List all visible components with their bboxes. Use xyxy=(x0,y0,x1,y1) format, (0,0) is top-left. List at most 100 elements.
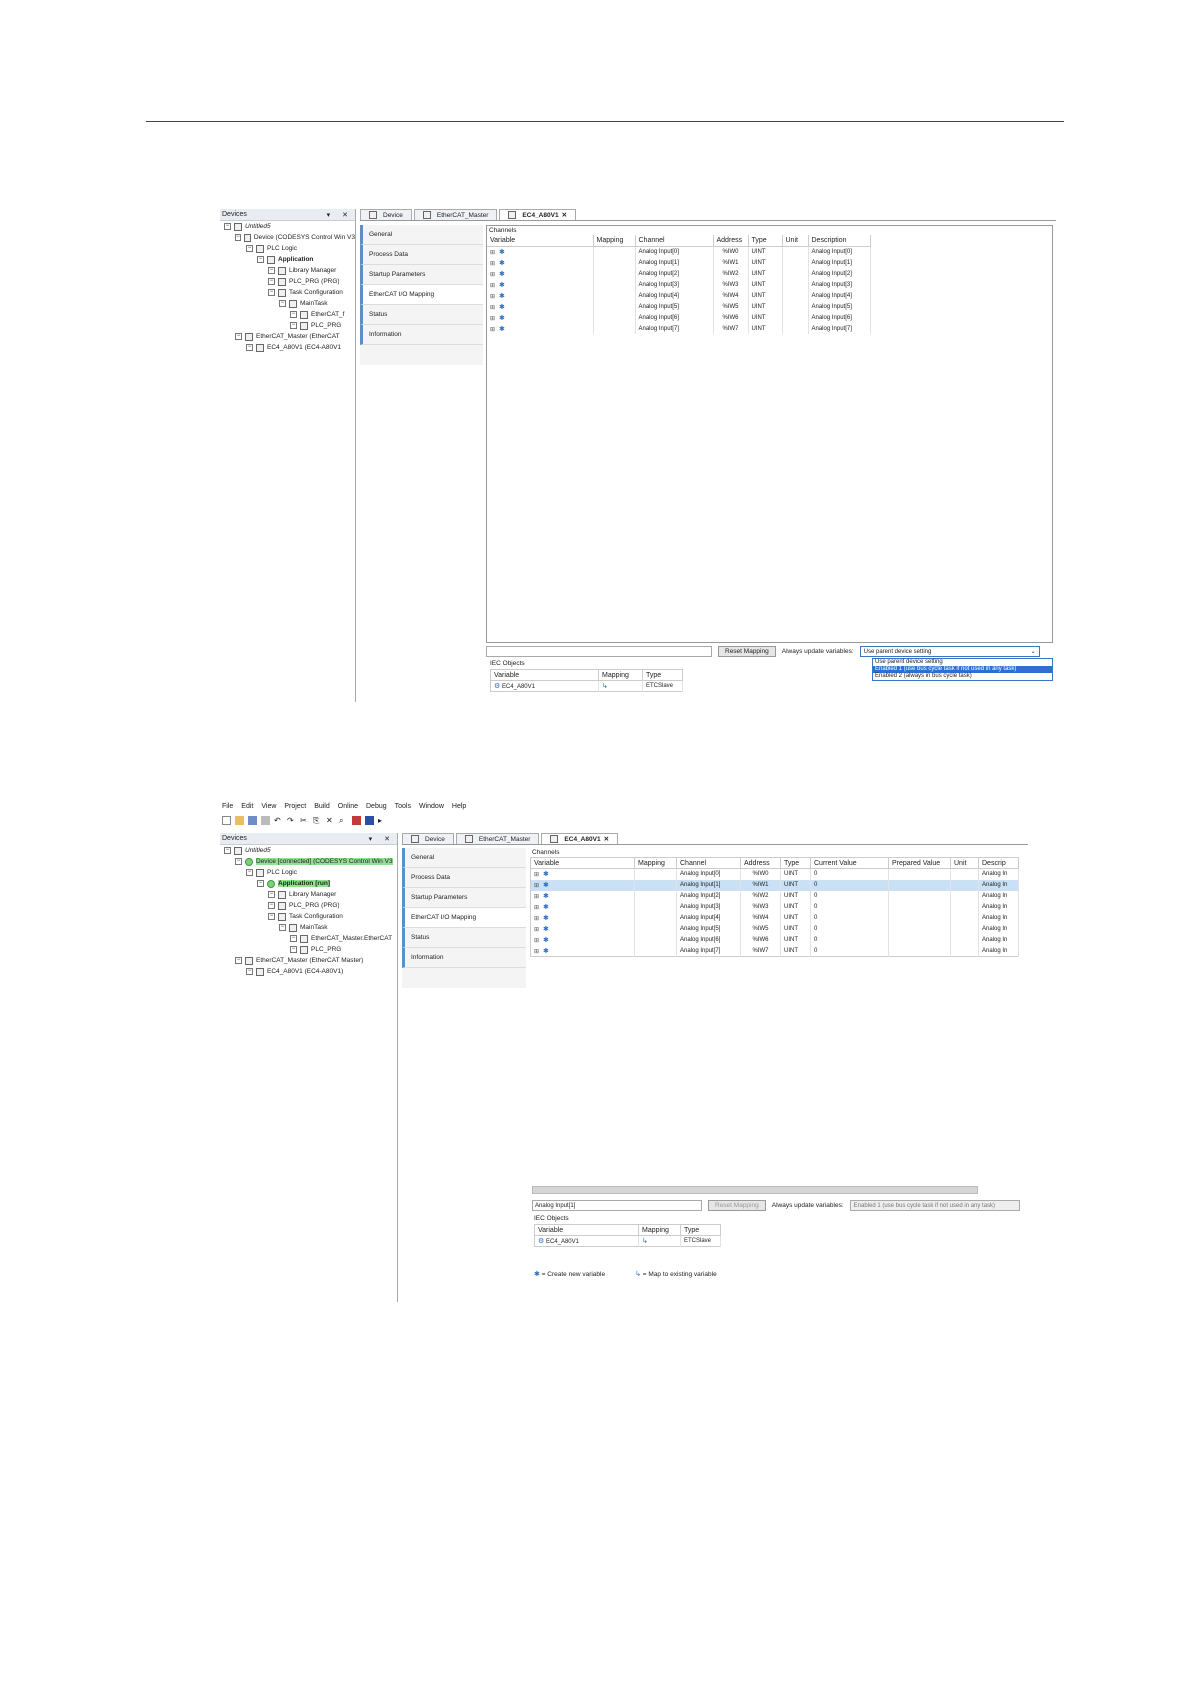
table-row[interactable]: ⊞ ✱ Analog Input[6] %IW6 UINT 0 Analog In xyxy=(530,934,1019,946)
expand-icon[interactable]: − xyxy=(290,935,297,942)
variable-name-field[interactable]: Analog Input[1] xyxy=(532,1200,702,1211)
page-startup-parameters[interactable]: Startup Parameters xyxy=(360,265,483,285)
expand-icon[interactable]: − xyxy=(268,902,275,909)
undo-icon[interactable]: ↶ xyxy=(274,816,283,825)
expand-icon[interactable]: − xyxy=(235,858,242,865)
tree-node[interactable]: − EtherCAT_f xyxy=(220,309,355,320)
expand-icon[interactable]: ⊞ xyxy=(490,283,495,289)
tree-node[interactable]: − EtherCAT_Master (EtherCAT xyxy=(220,331,355,342)
col-header[interactable]: Channel xyxy=(635,235,714,247)
page-startup-parameters[interactable]: Startup Parameters xyxy=(402,888,526,908)
page-ethercat-i-o-mapping[interactable]: EtherCAT I/O Mapping xyxy=(360,285,483,305)
col-header[interactable]: Prepared Value xyxy=(888,857,951,869)
tree-node[interactable]: − EtherCAT_Master.EtherCAT xyxy=(220,933,397,944)
run-icon[interactable]: ▸ xyxy=(378,816,387,825)
expand-icon[interactable]: ⊞ xyxy=(534,938,539,944)
tree-node[interactable]: − Application xyxy=(220,254,355,265)
expand-icon[interactable]: − xyxy=(290,946,297,953)
page-general[interactable]: General xyxy=(360,225,483,245)
page-process-data[interactable]: Process Data xyxy=(402,868,526,888)
table-row[interactable]: ⊞ ✱ Analog Input[4] %IW4 UINT Analog Input[4] xyxy=(487,290,871,301)
expand-icon[interactable]: − xyxy=(268,278,275,285)
expand-icon[interactable]: − xyxy=(246,245,253,252)
menu-file[interactable]: File xyxy=(222,803,233,810)
tree-node[interactable]: − Application [run] xyxy=(220,878,397,889)
expand-icon[interactable]: − xyxy=(257,880,264,887)
panel-controls[interactable]: ▾ ✕ xyxy=(369,835,395,843)
col-header[interactable]: Unit xyxy=(782,235,809,247)
tree-node[interactable]: − Library Manager xyxy=(220,889,397,900)
variable-name-field[interactable] xyxy=(486,646,712,657)
expand-icon[interactable]: ⊞ xyxy=(534,872,539,878)
expand-icon[interactable]: ⊞ xyxy=(490,250,495,256)
expand-icon[interactable]: − xyxy=(290,311,297,318)
table-row[interactable]: ⊞ ✱ Analog Input[5] %IW5 UINT Analog Input[5] xyxy=(487,301,871,312)
expand-icon[interactable]: − xyxy=(257,256,264,263)
horizontal-scrollbar[interactable] xyxy=(532,1186,978,1194)
tree-node[interactable]: − EC4_A80V1 (EC4-A80V1) xyxy=(220,966,397,977)
col-header[interactable]: Address xyxy=(740,857,781,869)
tree-node[interactable]: − EtherCAT_Master (EtherCAT Master) xyxy=(220,955,397,966)
col-header[interactable]: Channel xyxy=(676,857,741,869)
tree-node[interactable]: − Device (CODESYS Control Win V3 xyxy=(220,232,355,243)
table-row[interactable]: ⊞ ✱ Analog Input[0] %IW0 UINT Analog Input[0] xyxy=(487,246,871,257)
redo-icon[interactable]: ↷ xyxy=(287,816,296,825)
col-header[interactable]: Type xyxy=(748,235,783,247)
table-row[interactable]: ⊞ ✱ Analog Input[7] %IW7 UINT 0 Analog In xyxy=(530,945,1019,957)
tree-node[interactable]: − EC4_A80V1 (EC4-A80V1 xyxy=(220,342,355,353)
tree-node[interactable]: − PLC_PRG (PRG) xyxy=(220,276,355,287)
menu-window[interactable]: Window xyxy=(419,803,444,810)
reset-mapping-button[interactable]: Reset Mapping xyxy=(708,1200,766,1211)
new-icon[interactable] xyxy=(222,815,231,825)
tab-ec4-a80v1[interactable]: EC4_A80V1 ✕ xyxy=(499,209,577,220)
open-icon[interactable] xyxy=(235,815,244,825)
col-header[interactable]: Variable xyxy=(487,235,594,247)
tree-node[interactable]: − PLC Logic xyxy=(220,243,355,254)
expand-icon[interactable]: ⊞ xyxy=(490,305,495,311)
col-header[interactable]: Variable xyxy=(530,857,635,869)
dropdown-option[interactable]: Enabled 2 (always in bus cycle task) xyxy=(873,673,1052,680)
expand-icon[interactable]: − xyxy=(279,300,286,307)
tree-node[interactable]: − Untitled5 xyxy=(220,221,355,232)
tab-ec4-a80v1[interactable]: EC4_A80V1 ✕ xyxy=(541,833,619,844)
col-header[interactable]: Description xyxy=(808,235,871,247)
table-row[interactable]: ⊞ ✱ Analog Input[7] %IW7 UINT Analog Input[7] xyxy=(487,323,871,334)
expand-icon[interactable]: ⊞ xyxy=(534,894,539,900)
stop-icon[interactable] xyxy=(365,815,374,825)
expand-icon[interactable]: ⊞ xyxy=(490,261,495,267)
expand-icon[interactable]: − xyxy=(290,322,297,329)
menu-debug[interactable]: Debug xyxy=(366,803,387,810)
col-header[interactable]: Mapping xyxy=(634,857,677,869)
page-general[interactable]: General xyxy=(402,848,526,868)
dropdown-option[interactable]: Enabled 1 (use bus cycle task if not use… xyxy=(873,666,1052,673)
menu-view[interactable]: View xyxy=(261,803,276,810)
expand-icon[interactable]: − xyxy=(279,924,286,931)
expand-icon[interactable]: − xyxy=(224,223,231,230)
expand-icon[interactable]: ⊞ xyxy=(490,327,495,333)
menu-tools[interactable]: Tools xyxy=(395,803,411,810)
col-header[interactable]: Type xyxy=(780,857,811,869)
expand-icon[interactable]: ⊞ xyxy=(490,272,495,278)
tab-device[interactable]: Device xyxy=(402,833,454,844)
page-ethercat-i-o-mapping[interactable]: EtherCAT I/O Mapping xyxy=(402,908,526,928)
expand-icon[interactable]: ⊞ xyxy=(534,905,539,911)
tree-node[interactable]: − Task Configuration xyxy=(220,287,355,298)
always-update-select[interactable]: Use parent device setting ⌄ xyxy=(859,646,1040,657)
tree-node[interactable]: − PLC_PRG xyxy=(220,944,397,955)
expand-icon[interactable]: − xyxy=(246,869,253,876)
page-process-data[interactable]: Process Data xyxy=(360,245,483,265)
tree-node[interactable]: − Untitled5 xyxy=(220,845,397,856)
expand-icon[interactable]: ⊞ xyxy=(534,916,539,922)
expand-icon[interactable]: − xyxy=(268,891,275,898)
expand-icon[interactable]: ⊞ xyxy=(490,316,495,322)
expand-icon[interactable]: − xyxy=(268,267,275,274)
tree-node[interactable]: − MainTask xyxy=(220,922,397,933)
expand-icon[interactable]: − xyxy=(246,968,253,975)
copy-icon[interactable]: ⎘ xyxy=(313,816,322,825)
expand-icon[interactable]: − xyxy=(235,234,242,241)
table-row[interactable]: ⊞ ✱ Analog Input[2] %IW2 UINT Analog Input[2] xyxy=(487,268,871,279)
iec-row[interactable]: ⚙ EC4_A80V1 ↳ ETCSlave xyxy=(490,680,683,692)
tab-device[interactable]: Device xyxy=(360,209,412,220)
col-header[interactable]: Unit xyxy=(950,857,979,869)
menu-project[interactable]: Project xyxy=(284,803,306,810)
